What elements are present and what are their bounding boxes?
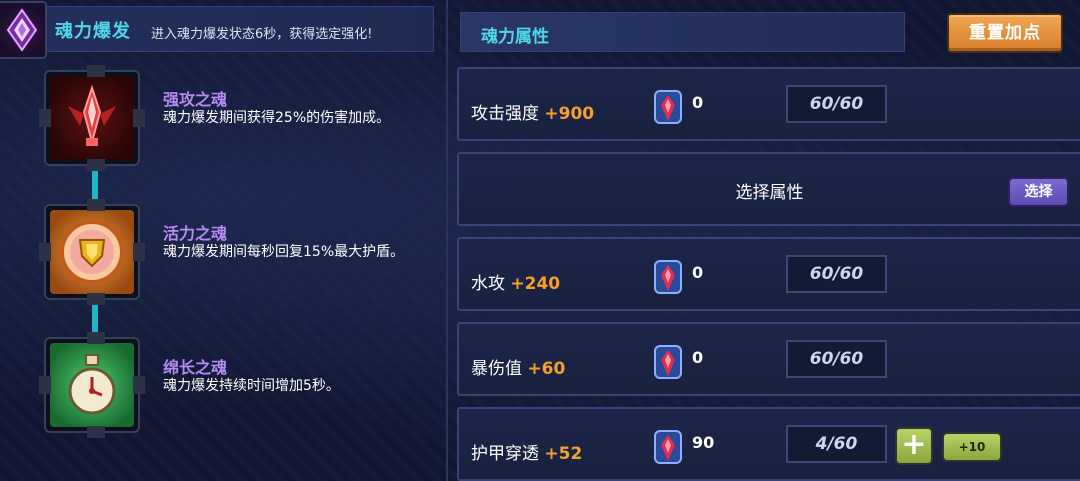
gem-count: 0 (692, 93, 704, 112)
soul-description: 魂力爆发持续时间增加5秒。 (163, 378, 340, 394)
soul-slot-strong-attack[interactable] (39, 65, 145, 171)
attribute-row-select: 选择属性 选择 (457, 152, 1080, 226)
soul-gem-icon (653, 427, 683, 467)
gem-count: 90 (692, 433, 715, 452)
panel-divider (446, 0, 448, 481)
level-indicator: 60/60 (786, 255, 887, 293)
attribute-label: 攻击强度 +900 (471, 99, 594, 124)
soul-attributes-header: 魂力属性 (460, 12, 905, 52)
attribute-name: 攻击强度 (471, 104, 539, 124)
soul-gem-icon (653, 342, 683, 382)
gem-count: 0 (692, 263, 704, 282)
gem-count: 0 (692, 348, 704, 367)
select-attribute-label: 选择属性 (735, 183, 804, 203)
soul-burst-header: 魂力爆发 进入魂力爆发状态6秒，获得选定强化! (0, 1, 434, 59)
attribute-bonus: +52 (544, 444, 583, 464)
attribute-row-armor-penetration: 护甲穿透 +52 90 4/60 + +10 (457, 407, 1080, 481)
soul-description: 魂力爆发期间获得25%的伤害加成。 (163, 110, 391, 126)
soul-slot-vitality[interactable] (39, 199, 145, 305)
soul-description: 魂力爆发期间每秒回复15%最大护盾。 (163, 244, 405, 260)
attribute-name: 水攻 (471, 274, 505, 294)
soul-name: 活力之魂 (163, 224, 228, 243)
level-indicator: 4/60 (786, 425, 887, 463)
attribute-bonus: +900 (544, 104, 595, 124)
soul-burst-panel: 魂力爆发 进入魂力爆发状态6秒，获得选定强化! 强攻之魂 魂力爆发期间获得25%… (0, 0, 446, 481)
attribute-label: 护甲穿透 +52 (471, 439, 582, 464)
attribute-name: 暴伤值 (471, 359, 522, 379)
soul-burst-title: 魂力爆发 (55, 21, 131, 42)
soul-attributes-title: 魂力属性 (481, 27, 549, 47)
red-spike-icon (50, 76, 134, 160)
soul-gem-icon (653, 257, 683, 297)
attribute-label: 暴伤值 +60 (471, 354, 565, 379)
attribute-bonus: +240 (510, 274, 561, 294)
add-point-button[interactable]: + (895, 427, 933, 465)
soul-burst-emblem-icon (0, 1, 47, 59)
attribute-name: 护甲穿透 (471, 444, 539, 464)
soul-name: 强攻之魂 (163, 90, 228, 109)
add-ten-points-button[interactable]: +10 (942, 432, 1002, 462)
shield-orb-icon (50, 210, 134, 294)
soul-burst-description: 进入魂力爆发状态6秒，获得选定强化! (151, 27, 373, 42)
level-indicator: 60/60 (786, 85, 887, 123)
select-attribute-button[interactable]: 选择 (1008, 177, 1069, 207)
reset-points-button[interactable]: 重置加点 (947, 13, 1063, 53)
attribute-row-water-attack: 水攻 +240 0 60/60 (457, 237, 1080, 311)
attribute-row-attack-power: 攻击强度 +900 0 60/60 (457, 67, 1080, 141)
attribute-label: 水攻 +240 (471, 269, 560, 294)
attribute-row-crit-damage: 暴伤值 +60 0 60/60 (457, 322, 1080, 396)
soul-gem-icon (653, 87, 683, 127)
attribute-bonus: +60 (527, 359, 566, 379)
soul-slot-endurance[interactable] (39, 332, 145, 438)
level-indicator: 60/60 (786, 340, 887, 378)
clock-potion-icon (50, 343, 134, 427)
soul-name: 绵长之魂 (163, 358, 228, 377)
